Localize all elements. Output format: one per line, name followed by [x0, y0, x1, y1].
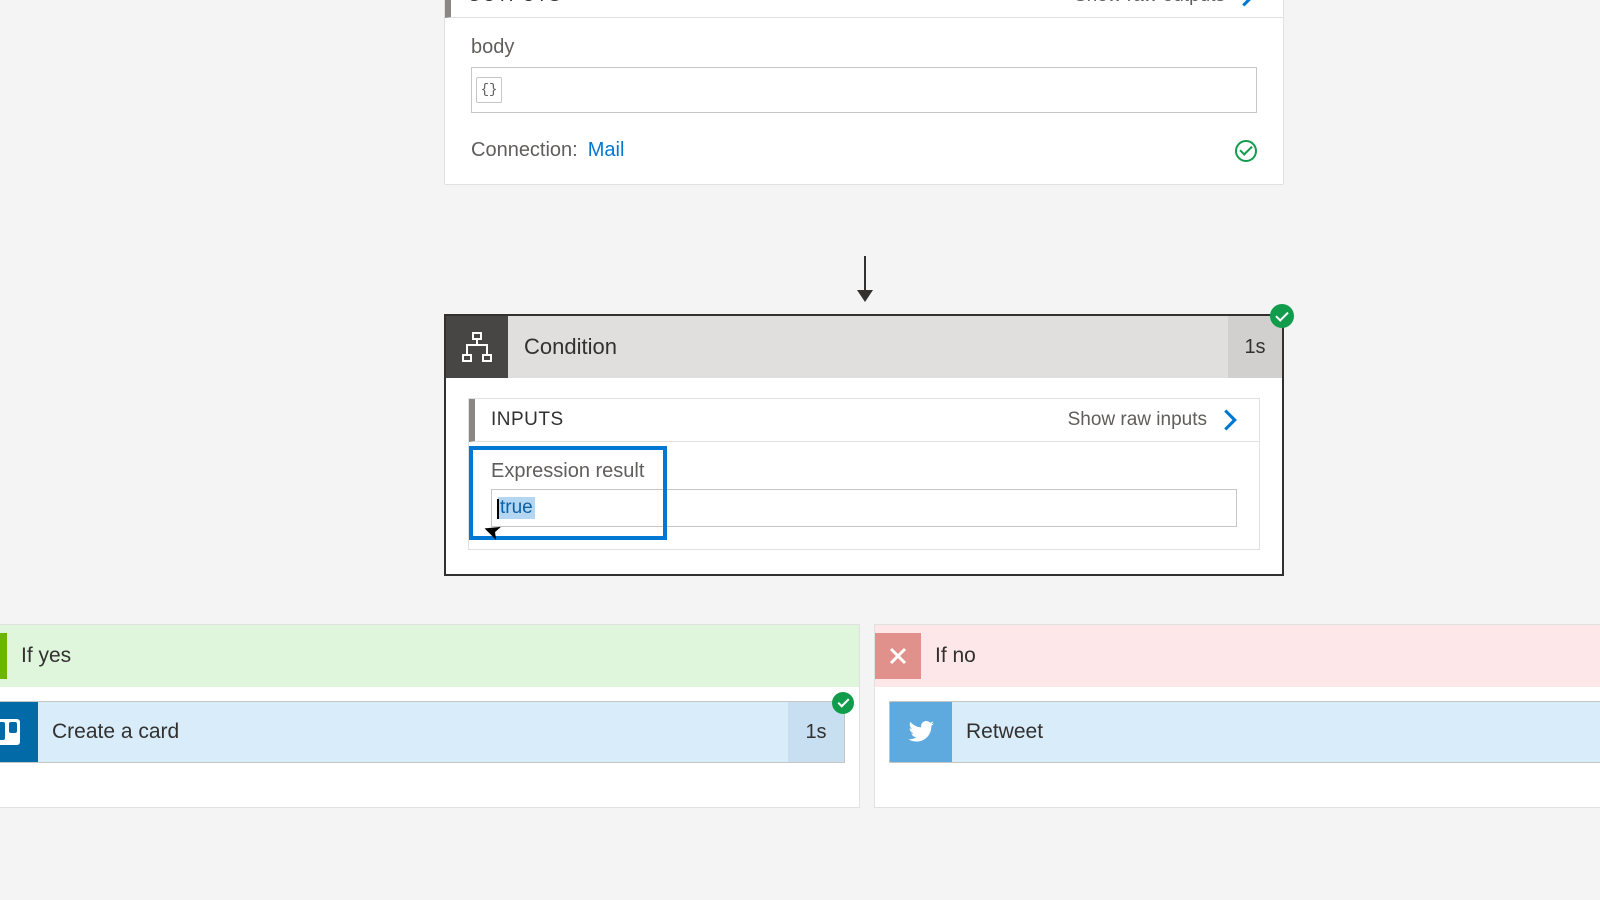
outputs-body: body {} — [445, 18, 1283, 139]
connection-label: Connection: — [471, 139, 578, 162]
inputs-header: INPUTS Show raw inputs — [469, 399, 1259, 442]
condition-title: Condition — [508, 316, 1228, 378]
expression-result-label: Expression result — [491, 460, 1237, 483]
prior-action-card: OUTPUTS Show raw outputs body {} Connect… — [444, 0, 1284, 185]
connection-row: Connection: Mail — [445, 139, 1283, 184]
success-badge-icon — [832, 692, 854, 714]
connection-name-link[interactable]: Mail — [588, 139, 625, 162]
retweet-title: Retweet — [952, 702, 1600, 762]
if-no-header[interactable]: If no — [875, 625, 1600, 687]
show-raw-inputs-text: Show raw inputs — [1068, 409, 1207, 431]
success-badge-icon — [1270, 304, 1294, 328]
twitter-icon — [890, 702, 952, 762]
connection-ok-icon — [1235, 140, 1257, 162]
if-yes-header[interactable]: If yes — [0, 625, 859, 687]
condition-icon — [446, 316, 508, 378]
create-card-action[interactable]: Create a card 1s — [0, 701, 845, 763]
show-raw-inputs-link[interactable]: Show raw inputs — [1068, 409, 1237, 431]
show-raw-outputs-text: Show raw outputs — [1074, 0, 1225, 7]
condition-card[interactable]: Condition 1s INPUTS Show raw inputs Expr… — [444, 314, 1284, 576]
if-yes-branch: If yes Create a card 1s — [0, 624, 860, 808]
condition-body: INPUTS Show raw inputs Expression result… — [446, 378, 1282, 574]
json-object-icon: {} — [476, 77, 502, 103]
trello-icon — [0, 702, 38, 762]
body-label: body — [471, 36, 1257, 59]
inputs-content: Expression result true ➤ — [469, 442, 1259, 549]
if-yes-title: If yes — [15, 644, 71, 668]
retweet-action[interactable]: Retweet — [889, 701, 1600, 763]
create-card-title: Create a card — [38, 702, 788, 762]
show-raw-outputs-link[interactable]: Show raw outputs — [1074, 0, 1255, 7]
close-icon — [875, 633, 921, 679]
if-no-title: If no — [929, 644, 976, 668]
expression-result-box[interactable]: true — [491, 489, 1237, 527]
chevron-right-icon — [1241, 0, 1255, 7]
inputs-label: INPUTS — [475, 409, 564, 431]
inputs-box: INPUTS Show raw inputs Expression result… — [468, 398, 1260, 550]
if-no-branch: If no Retweet — [874, 624, 1600, 808]
condition-header[interactable]: Condition 1s — [446, 316, 1282, 378]
chevron-right-icon — [1223, 409, 1237, 431]
checkmark-icon — [0, 633, 7, 679]
expression-result-value: true — [498, 497, 535, 519]
flow-arrow-icon — [864, 256, 866, 300]
outputs-header: OUTPUTS Show raw outputs — [445, 0, 1283, 18]
body-value-box[interactable]: {} — [471, 67, 1257, 113]
outputs-label: OUTPUTS — [451, 0, 561, 7]
